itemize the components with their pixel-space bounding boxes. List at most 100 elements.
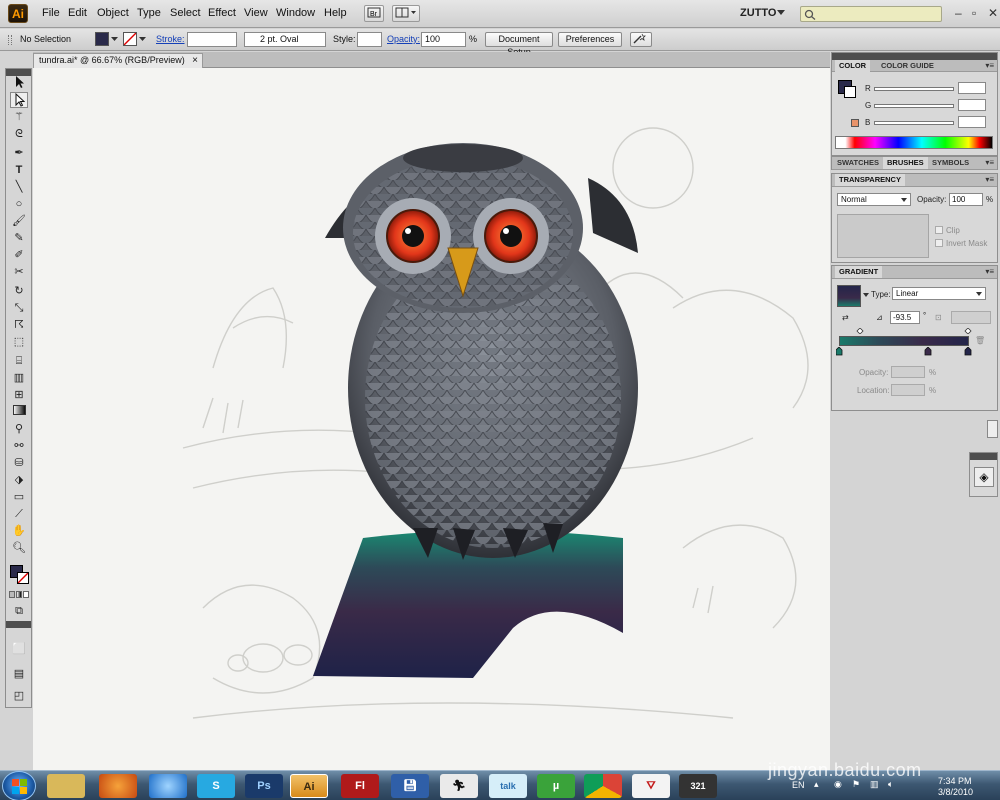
layers-panel-icon[interactable]: ◈ <box>974 467 994 487</box>
gradient-slider[interactable] <box>839 336 969 346</box>
red-slider[interactable] <box>874 87 954 91</box>
language-indicator[interactable]: EN <box>792 780 805 790</box>
gradient-stops[interactable] <box>836 347 976 356</box>
color-spectrum-bar[interactable] <box>835 136 993 149</box>
flash-icon[interactable]: Fl <box>341 774 379 798</box>
owl-illustration[interactable] <box>325 143 638 560</box>
artboard-canvas[interactable] <box>33 68 830 770</box>
close-window-icon[interactable]: ✕ <box>988 6 998 20</box>
line-tool[interactable]: ╲ <box>10 179 28 195</box>
invert-mask-checkbox[interactable] <box>935 239 943 247</box>
pencil-tool[interactable]: ✎ <box>10 230 28 246</box>
color-button[interactable] <box>9 591 15 598</box>
workspace-switcher[interactable]: ZUTTO <box>740 7 776 19</box>
stroke-color-swatch[interactable] <box>123 32 137 46</box>
swatches-panel-menu-icon[interactable]: ▾≡ <box>985 157 994 169</box>
document-tab[interactable]: tundra.ai* @ 66.67% (RGB/Preview) × <box>33 53 203 68</box>
pen-tool[interactable]: ✒ <box>10 145 28 161</box>
gradient-thumbnail[interactable] <box>837 285 861 307</box>
scissors-tool[interactable]: ✂ <box>10 264 28 280</box>
gradient-opacity-field[interactable] <box>891 366 925 378</box>
menu-select[interactable]: Select <box>170 7 201 19</box>
chrome-icon[interactable] <box>584 774 622 798</box>
reverse-gradient-icon[interactable]: ⇄ <box>842 313 849 322</box>
illustrator-icon[interactable]: Ai <box>290 774 328 798</box>
clock-time[interactable]: 7:34 PM <box>938 776 972 786</box>
gradient-angle-field[interactable]: -93.5 <box>890 311 920 324</box>
magic-wand-tool[interactable]: ⚚ <box>10 109 28 125</box>
live-paint-selection-tool[interactable]: ⬗ <box>10 472 28 488</box>
minimize-icon[interactable]: – <box>955 6 962 20</box>
menu-type[interactable]: Type <box>137 7 161 19</box>
artwork[interactable] <box>33 68 830 770</box>
gradient-button[interactable] <box>16 591 22 598</box>
tab-color-guide[interactable]: COLOR GUIDE <box>877 60 938 72</box>
workspace-dropdown-icon[interactable] <box>777 10 785 16</box>
layers-toggle[interactable]: ▤ <box>10 666 28 682</box>
tab-brushes[interactable]: BRUSHES <box>883 157 928 169</box>
drawing-mode-button[interactable]: ⧉ <box>10 603 28 619</box>
type-tool[interactable]: T <box>10 162 28 178</box>
free-transform-tool[interactable]: ⬚ <box>10 334 28 350</box>
mesh-tool[interactable]: ⊞ <box>10 387 28 403</box>
warp-tool[interactable]: ☈ <box>10 317 28 333</box>
stroke-dropdown-icon[interactable] <box>139 37 146 42</box>
tab-transparency[interactable]: TRANSPARENCY <box>835 174 905 186</box>
vertical-scrollbar-thumb[interactable] <box>987 420 998 438</box>
blob-brush-tool[interactable]: ✐ <box>10 247 28 263</box>
gradient-type-select[interactable]: Linear <box>892 287 986 300</box>
stroke-weight-field[interactable] <box>187 32 237 47</box>
align-toggle[interactable]: ◰ <box>10 688 28 704</box>
color-mode-buttons[interactable] <box>9 591 29 599</box>
symbol-sprayer-tool[interactable]: ⌸ <box>10 353 28 369</box>
menu-view[interactable]: View <box>244 7 268 19</box>
close-document-icon[interactable]: × <box>192 54 198 67</box>
color-panel-menu-icon[interactable]: ▾≡ <box>985 60 994 72</box>
bridge-button[interactable]: Br <box>364 5 384 22</box>
green-slider[interactable] <box>874 104 954 108</box>
color-panel-header[interactable] <box>832 53 997 60</box>
none-button[interactable] <box>23 591 29 598</box>
menu-help[interactable]: Help <box>324 7 347 19</box>
stroke-panel-link[interactable]: Stroke: <box>156 34 185 44</box>
opacity-panel-link[interactable]: Opacity: <box>387 34 420 44</box>
selection-tool[interactable] <box>10 75 28 91</box>
runner-icon[interactable]: 🏃︎ <box>440 774 478 798</box>
fill-color-swatch[interactable] <box>95 32 109 46</box>
tab-swatches[interactable]: SWATCHES <box>833 157 883 169</box>
gradient-tool[interactable] <box>10 404 28 420</box>
brush-definition-select[interactable]: 2 pt. Oval <box>244 32 326 47</box>
gradient-location-field[interactable] <box>891 384 925 396</box>
green-value[interactable] <box>958 99 986 111</box>
opacity-mask-thumbnail[interactable] <box>837 214 929 258</box>
acrobat-icon[interactable]: ⛛ <box>632 774 670 798</box>
artboard-tool[interactable]: ▭ <box>10 489 28 505</box>
hand-tool[interactable]: ✋ <box>10 523 28 539</box>
select-similar-button[interactable] <box>630 32 652 47</box>
change-screen-mode-button[interactable]: ⬜ <box>10 641 28 657</box>
graphic-style-select[interactable] <box>357 32 382 47</box>
stroke-color-box[interactable] <box>844 86 856 98</box>
midpoint-markers[interactable] <box>854 328 974 334</box>
opacity-field[interactable]: 100 <box>421 32 466 47</box>
rotate-tool[interactable]: ↻ <box>10 283 28 299</box>
ellipse-tool[interactable]: ○ <box>10 196 28 212</box>
column-graph-tool[interactable]: ▥ <box>10 370 28 386</box>
tools-subpanel-header[interactable] <box>6 621 31 628</box>
photoshop-icon[interactable]: Ps <box>245 774 283 798</box>
gradient-presets-dropdown-icon[interactable] <box>863 293 869 297</box>
tab-gradient[interactable]: GRADIENT <box>835 266 883 278</box>
start-button[interactable] <box>2 771 36 800</box>
direct-selection-tool[interactable] <box>10 92 28 108</box>
fill-dropdown-icon[interactable] <box>111 37 118 42</box>
explorer-icon[interactable] <box>47 774 85 798</box>
transparency-opacity-field[interactable]: 100 <box>949 193 983 206</box>
scale-tool[interactable]: ⤡ <box>10 300 28 316</box>
talk-icon[interactable]: talk <box>489 774 527 798</box>
gradient-panel-menu-icon[interactable]: ▾≡ <box>985 266 994 278</box>
arrange-documents-button[interactable] <box>392 5 420 22</box>
red-value[interactable] <box>958 82 986 94</box>
save-icon[interactable]: 💾︎ <box>391 774 429 798</box>
skype-icon[interactable]: S <box>197 774 235 798</box>
clip-checkbox[interactable] <box>935 226 943 234</box>
